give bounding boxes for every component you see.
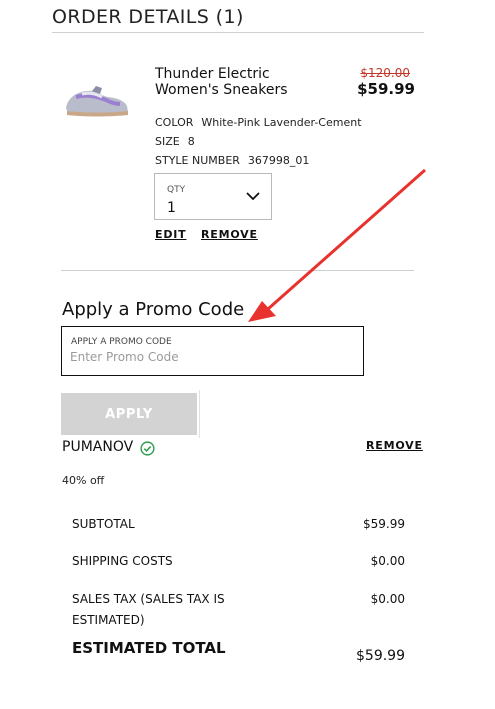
header-divider [52, 32, 424, 33]
estimated-total-label: ESTIMATED TOTAL [72, 639, 226, 657]
remove-item-link[interactable]: REMOVE [201, 228, 258, 241]
attribute-style-number: STYLE NUMBER 367998_01 [155, 154, 309, 167]
subtotal-label: SUBTOTAL [72, 517, 135, 531]
promo-discount: 40% off [62, 474, 105, 487]
promo-code-input[interactable] [70, 350, 350, 364]
item-divider [61, 270, 414, 271]
apply-promo-button[interactable]: APPLY [61, 393, 197, 435]
attribute-color-label: COLOR [155, 116, 194, 129]
promo-heading: Apply a Promo Code [62, 299, 245, 320]
apply-button-edge [199, 390, 200, 438]
sales-tax-label: SALES TAX (SALES TAX IS ESTIMATED) [72, 592, 225, 627]
quantity-select[interactable]: QTY 1 [154, 173, 272, 220]
sneaker-image [66, 86, 128, 117]
attribute-style-value: 367998_01 [247, 154, 310, 167]
sales-tax-value: $0.00 [370, 592, 405, 606]
promo-code-field[interactable]: APPLY A PROMO CODE [61, 326, 364, 376]
remove-promo-link[interactable]: REMOVE [366, 439, 423, 452]
shipping-label: SHIPPING COSTS [72, 554, 173, 568]
promo-field-label: APPLY A PROMO CODE [71, 337, 172, 347]
shipping-value: $0.00 [370, 554, 405, 568]
order-details-title: ORDER DETAILS (1) [52, 6, 244, 28]
chevron-down-icon [246, 192, 260, 201]
attribute-size-label: SIZE [155, 135, 180, 148]
attribute-color-value: White-Pink Lavender-Cement [201, 116, 362, 129]
attribute-size: SIZE 8 [155, 135, 195, 148]
attribute-size-value: 8 [187, 135, 195, 148]
applied-promo-code: PUMANOV [62, 439, 134, 455]
attribute-style-label: STYLE NUMBER [155, 154, 240, 167]
quantity-value: 1 [167, 200, 176, 216]
attribute-color: COLOR White-Pink Lavender-Cement [155, 116, 362, 129]
edit-item-link[interactable]: EDIT [155, 228, 186, 241]
original-price: $120.00 [360, 66, 410, 80]
check-circle-icon [140, 441, 155, 456]
product-name[interactable]: Thunder Electric Women's Sneakers [155, 66, 335, 98]
subtotal-value: $59.99 [363, 517, 405, 531]
estimated-total-value: $59.99 [356, 648, 405, 664]
quantity-label: QTY [167, 185, 186, 195]
sale-price: $59.99 [357, 80, 415, 98]
